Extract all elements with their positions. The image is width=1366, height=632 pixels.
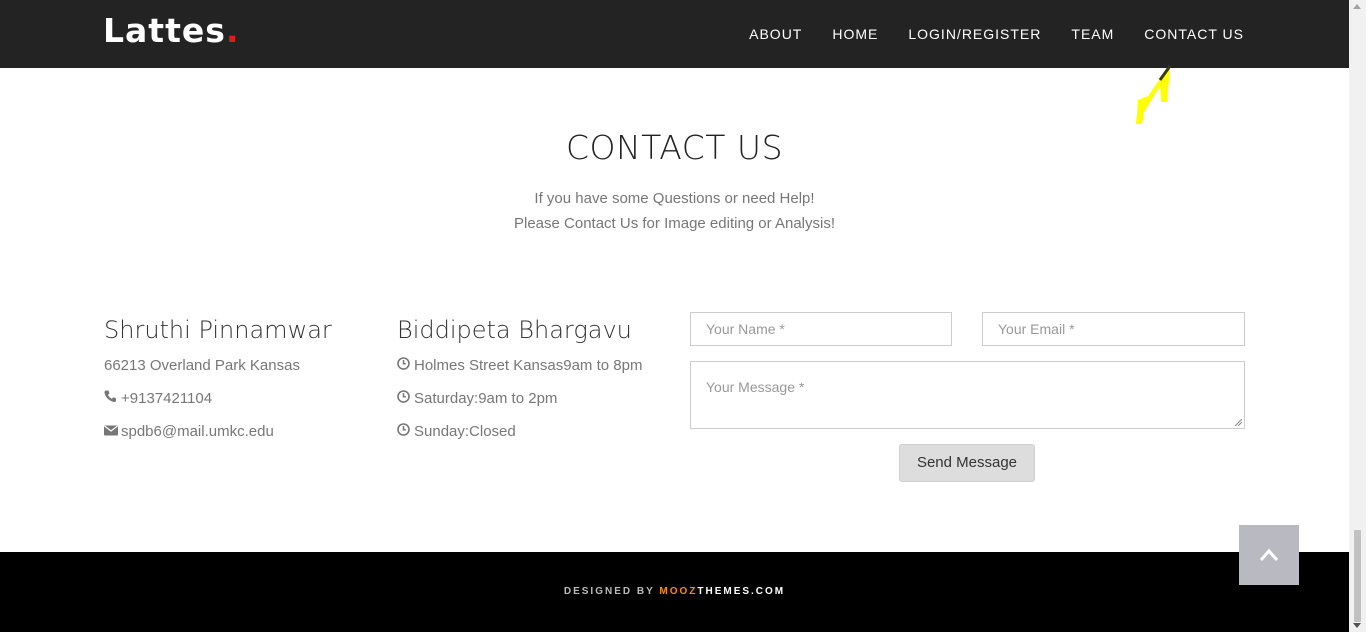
clock-icon [397,356,411,376]
scroll-up-icon[interactable] [1353,4,1361,9]
contact-card-person2: Biddipeta Bhargavu Holmes Street Kansas9… [397,314,667,455]
person1-email-text[interactable]: spdb6@mail.umkc.edu [121,422,274,442]
clock-icon [397,389,411,409]
arrow-annotation-icon [1136,65,1172,124]
envelope-icon [104,422,118,442]
hours-item: Sunday:Closed [397,422,667,455]
resize-grip-icon[interactable] [1234,418,1242,426]
hours-item: Saturday:9am to 2pm [397,389,667,422]
hours-item-text: Sunday:Closed [414,423,516,440]
message-textarea[interactable]: Your Message * [690,361,1245,429]
person1-address-text: 66213 Overland Park Kansas [104,357,300,374]
phone-icon [104,389,118,409]
footer-brand-accent[interactable]: MOOZ [659,586,697,597]
name-input[interactable]: Your Name * [690,312,952,346]
person2-name: Biddipeta Bhargavu [397,316,632,344]
footer-brand-rest[interactable]: THEMES.COM [697,586,785,597]
hours-item: Holmes Street Kansas9am to 8pm [397,356,667,389]
nav-contact-us[interactable]: CONTACT US [1144,26,1244,42]
clock-icon [397,422,411,442]
person1-name: Shruthi Pinnamwar [104,316,332,344]
contact-subtitle-line2: Please Contact Us for Image editing or A… [514,215,835,232]
hours-item-text: Saturday:9am to 2pm [414,390,558,407]
nav-about[interactable]: ABOUT [749,26,802,42]
nav-login-register[interactable]: LOGIN/REGISTER [908,26,1041,42]
person1-address: 66213 Overland Park Kansas [104,356,374,389]
chevron-up-icon [1259,548,1279,561]
footer-credit: DESIGNED BY MOOZTHEMES.COM [0,586,1349,597]
message-placeholder: Your Message * [706,379,805,395]
person1-email: spdb6@mail.umkc.edu [104,422,374,455]
nav-home[interactable]: HOME [832,26,878,42]
email-input[interactable]: Your Email * [982,312,1245,346]
person1-phone-text: +9137421104 [121,390,213,407]
contact-subtitle-line1: If you have some Questions or need Help! [534,190,815,207]
back-to-top-button[interactable] [1239,525,1299,585]
nav-team[interactable]: TEAM [1071,26,1114,42]
footer: DESIGNED BY MOOZTHEMES.COM [0,552,1349,632]
person1-phone: +9137421104 [104,389,374,422]
send-message-button[interactable]: Send Message [899,444,1035,482]
brand-dot: . [225,11,240,50]
scrollbar-thumb[interactable] [1354,530,1361,622]
hours-item-text: Holmes Street Kansas9am to 8pm [414,357,643,374]
brand-name: Lattes [103,11,226,50]
brand-logo[interactable]: Lattes. [103,10,239,52]
page-scrollbar[interactable] [1349,0,1366,632]
scroll-down-icon[interactable] [1353,623,1361,628]
footer-designed-by: DESIGNED BY [563,586,660,597]
contact-card-person1: Shruthi Pinnamwar 66213 Overland Park Ka… [104,314,374,455]
page: Lattes. ABOUT HOME LOGIN/REGISTER TEAM C… [0,0,1366,632]
page-title: CONTACT US [565,128,784,167]
